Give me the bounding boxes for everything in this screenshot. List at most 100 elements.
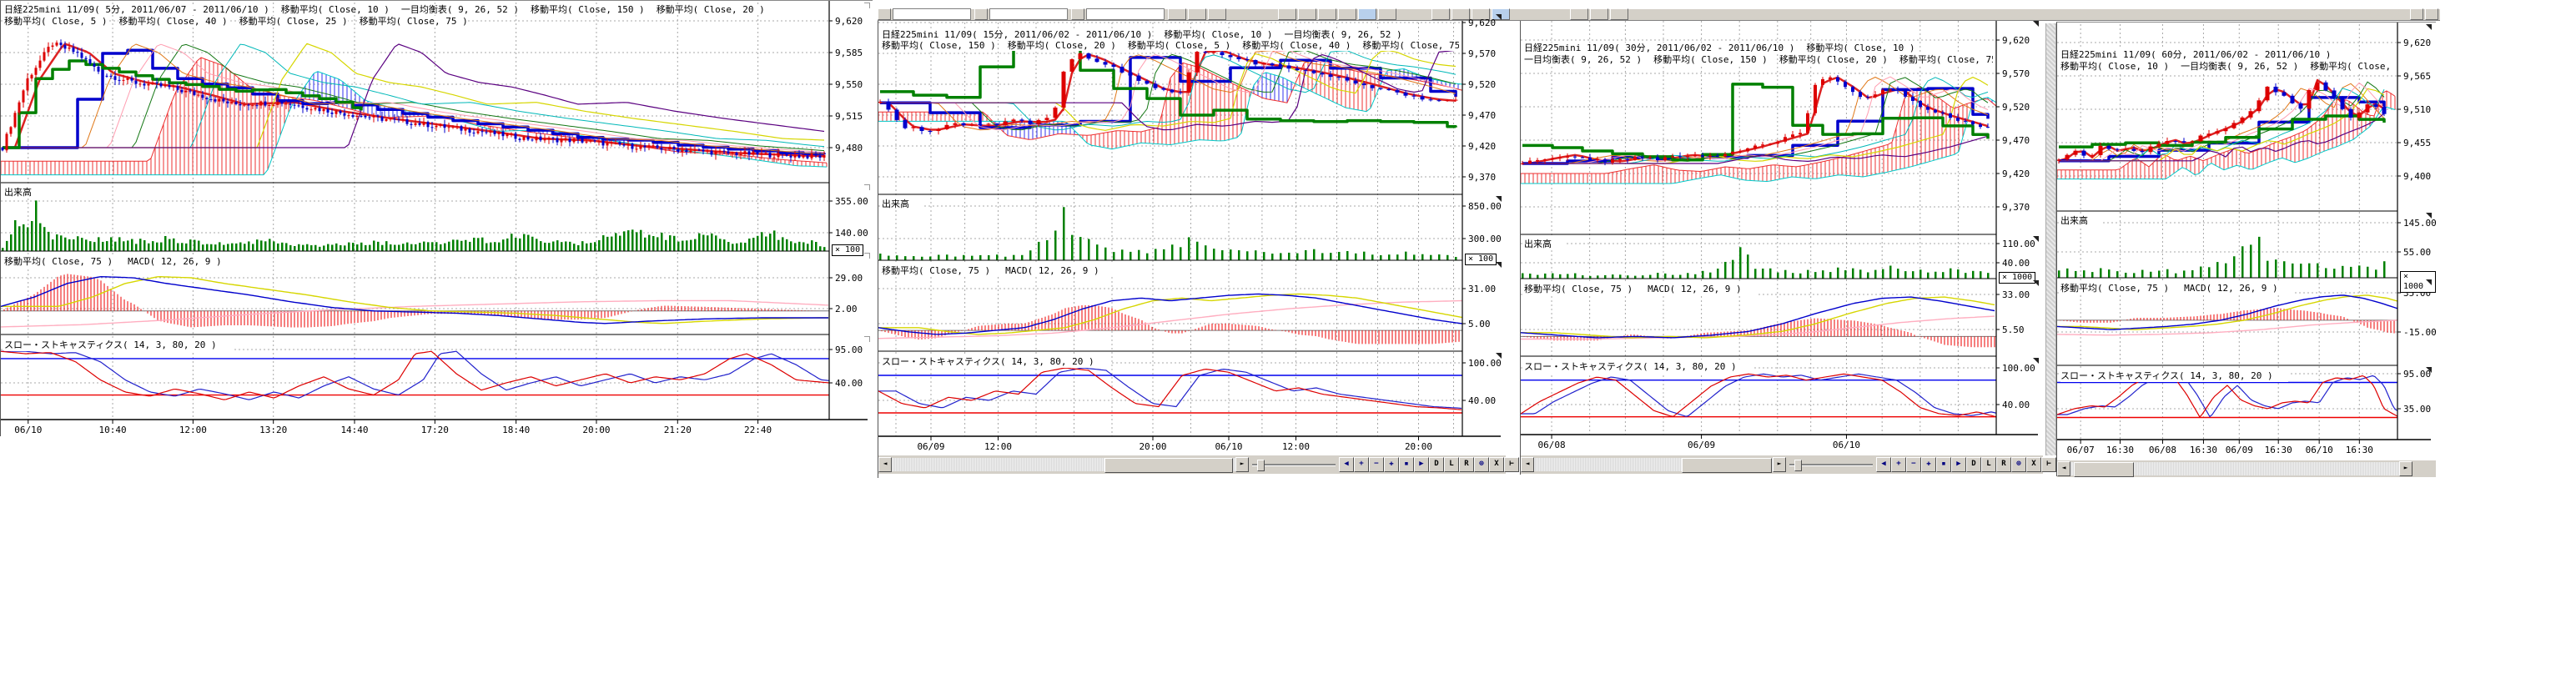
chart-tool-button-⊢[interactable]: ⊢ [1504, 457, 1519, 472]
toolbar-button[interactable] [1590, 8, 1608, 20]
toolbar-button[interactable] [1452, 8, 1470, 20]
scroll-left-button[interactable]: ◄ [2057, 461, 2070, 476]
trading-app: 日経225mini 11/09( 5分, 2011/06/07 - 2011/0… [0, 0, 2576, 694]
chart-canvas [1521, 19, 2043, 475]
chart-tool-button-▶[interactable]: ▶ [1951, 457, 1966, 472]
pane-corner-mark-icon[interactable] [2033, 21, 2039, 27]
toolbar-button[interactable] [1431, 8, 1450, 20]
toolbar-button[interactable] [974, 8, 988, 20]
pane-corner-mark-icon[interactable] [2426, 367, 2432, 373]
toolbar-button[interactable] [1188, 8, 1206, 20]
pane-corner-mark-icon[interactable] [2033, 358, 2039, 364]
scrollbar-thumb[interactable] [1682, 458, 1772, 473]
chart-tool-button-◀[interactable]: ◀ [1876, 457, 1891, 472]
scrollbar-track[interactable] [1534, 458, 1773, 471]
chart-tool-button-R[interactable]: R [1459, 457, 1474, 472]
chart-tool-button-▪[interactable]: ▪ [1936, 457, 1951, 472]
pane-grip-icon[interactable] [864, 253, 870, 259]
chart-tool-button-−[interactable]: − [1369, 457, 1384, 472]
scroll-left-button[interactable]: ◄ [1521, 457, 1534, 472]
chart-tool-button-⊕[interactable]: ⊕ [1474, 457, 1489, 472]
pane-corner-mark-icon[interactable] [2426, 213, 2432, 219]
toolbar-button[interactable] [878, 8, 891, 20]
toolbar-button[interactable] [1298, 8, 1316, 20]
chart-tool-button-X[interactable]: X [2026, 457, 2041, 472]
chart-tool-button-✚[interactable]: ✚ [1921, 457, 1936, 472]
chart-tool-button-▶[interactable]: ▶ [1414, 457, 1429, 472]
chart-tool-button-✚[interactable]: ✚ [1384, 457, 1399, 472]
chart-tool-button-L[interactable]: L [1981, 457, 1996, 472]
scroll-right-button[interactable]: ► [2399, 461, 2412, 476]
toolbar-combobox[interactable] [893, 8, 971, 20]
toolbar-button[interactable] [1168, 8, 1186, 20]
toolbar-button[interactable] [1358, 8, 1376, 20]
zoom-slider[interactable] [1789, 458, 1873, 471]
chart-tool-button-X[interactable]: X [1489, 457, 1504, 472]
chart-tool-button-+[interactable]: + [1891, 457, 1906, 472]
chart-tool-button-▪[interactable]: ▪ [1399, 457, 1414, 472]
window-splitter[interactable] [2045, 23, 2056, 455]
price-tick-label: 9,480 [835, 143, 863, 153]
pane-corner-mark-icon[interactable] [1496, 353, 1502, 359]
scrollbar-track[interactable] [2070, 462, 2399, 475]
price-tick-label: 9,620 [835, 16, 863, 27]
toolbar-button[interactable] [1208, 8, 1226, 20]
chart-tool-button-+[interactable]: + [1354, 457, 1369, 472]
price-tick-label: 9,620 [1468, 18, 1496, 28]
toolbar-button[interactable] [2425, 8, 2438, 20]
pane-grip-icon[interactable] [864, 184, 870, 190]
chart-tool-button-D[interactable]: D [1429, 457, 1444, 472]
chart-header-line2: 移動平均( Close, 150 )移動平均( Close, 20 )移動平均(… [882, 38, 1459, 52]
toolbar-button[interactable] [1338, 8, 1356, 20]
stoch-pane-label: スロー・ストキャスティクス( 14, 3, 80, 20 ) [882, 355, 1109, 368]
toolbar-button[interactable] [1278, 8, 1296, 20]
indicator-label: 移動平均( Close, 20 ) [1779, 54, 1888, 65]
toolbar-button[interactable] [1318, 8, 1336, 20]
toolbar-combobox[interactable] [1086, 8, 1165, 20]
pane-corner-mark-icon[interactable] [1496, 196, 1502, 202]
chart-tool-button-L[interactable]: L [1444, 457, 1459, 472]
pane-corner-mark-icon[interactable] [1496, 262, 1502, 268]
zoom-slider[interactable] [1252, 458, 1336, 471]
pane-corner-mark-icon[interactable] [1496, 14, 1502, 20]
stoch-tick-label: 40.00 [2002, 400, 2030, 410]
toolbar-button[interactable] [1570, 8, 1588, 20]
scroll-left-button[interactable]: ◄ [878, 457, 892, 472]
macd-tick-label: 31.00 [1468, 284, 1496, 294]
chart-tool-button-⊢[interactable]: ⊢ [2041, 457, 2056, 472]
time-label: 06/07 [2067, 445, 2095, 455]
chart-tool-button-−[interactable]: − [1906, 457, 1921, 472]
toolbar-button[interactable] [1071, 8, 1084, 20]
scroll-right-button[interactable]: ► [1235, 457, 1249, 472]
pane-corner-mark-icon[interactable] [2426, 279, 2432, 285]
chart-tool-button-D[interactable]: D [1966, 457, 1981, 472]
price-tick-label: 9,510 [2403, 104, 2431, 115]
scrollbar-thumb[interactable] [2074, 462, 2134, 477]
stoch-tick-label: 40.00 [1468, 395, 1496, 406]
toolbar-button[interactable] [1610, 8, 1628, 20]
toolbar-button[interactable] [1378, 8, 1396, 20]
pane-grip-icon[interactable] [864, 336, 870, 342]
price-tick-label: 9,470 [2002, 135, 2030, 146]
scroll-right-button[interactable]: ► [1773, 457, 1786, 472]
chart-window-1[interactable]: 日経225mini 11/09( 5分, 2011/06/07 - 2011/0… [0, 0, 873, 436]
chart-window-3[interactable]: 日経225mini 11/09( 30分, 2011/06/02 - 2011/… [1520, 18, 2043, 475]
zoom-slider-knob[interactable] [1257, 460, 1265, 471]
pane-corner-mark-icon[interactable] [2426, 24, 2432, 30]
chart-tool-button-⊕[interactable]: ⊕ [2011, 457, 2026, 472]
chart-tool-button-◀[interactable]: ◀ [1339, 457, 1354, 472]
toolbar-button[interactable] [2410, 8, 2423, 20]
pane-grip-icon[interactable] [864, 3, 870, 8]
price-tick-label: 9,370 [1468, 172, 1496, 183]
chart-window-2[interactable]: 日経225mini 11/09( 15分, 2011/06/02 - 2011/… [878, 12, 1506, 478]
toolbar-combobox[interactable] [989, 8, 1068, 20]
scrollbar-thumb[interactable] [1104, 458, 1233, 473]
scrollbar-track[interactable] [892, 458, 1235, 471]
chart-scrollbar: ◄►◀+−✚▪▶DLR⊕X⊢ [1521, 455, 2043, 474]
zoom-slider-knob[interactable] [1794, 460, 1802, 471]
pane-corner-mark-icon[interactable] [2033, 280, 2039, 286]
volume-pane-label: 出来高 [4, 185, 47, 199]
chart-window-4[interactable]: 日経225mini 11/09( 60分, 2011/06/02 - 2011/… [2056, 22, 2436, 476]
chart-tool-button-R[interactable]: R [1996, 457, 2011, 472]
pane-corner-mark-icon[interactable] [2033, 236, 2039, 242]
